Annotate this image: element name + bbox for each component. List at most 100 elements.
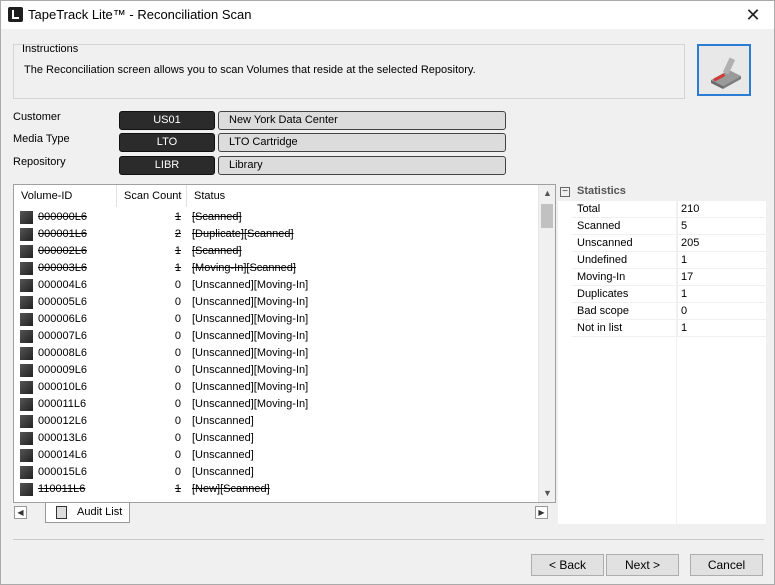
customer-code-field[interactable]: US01 <box>119 111 215 130</box>
column-header-scan-count[interactable]: Scan Count <box>117 185 187 207</box>
volume-id-cell: 000000L6 <box>38 211 87 223</box>
table-row[interactable]: 000013L6 0 [Unscanned] <box>14 430 536 447</box>
scan-count-cell: 0 <box>174 381 181 393</box>
scroll-thumb[interactable] <box>541 204 553 228</box>
back-button[interactable]: < Back <box>531 554 604 576</box>
statistic-label: Not in list <box>577 322 623 334</box>
status-cell: [Unscanned][Moving-In] <box>192 279 309 291</box>
tab-scroll-right-icon[interactable]: ▶ <box>535 506 548 519</box>
tape-volume-icon <box>20 381 33 394</box>
repository-name-field: Library <box>218 156 506 175</box>
status-cell: [New][Scanned] <box>192 483 270 495</box>
document-icon <box>56 506 67 519</box>
media-type-name-field: LTO Cartridge <box>218 133 506 152</box>
statistic-label: Total <box>577 203 601 215</box>
scan-count-cell: 0 <box>174 279 181 291</box>
tape-volume-icon <box>20 483 33 496</box>
table-row[interactable]: 000015L6 0 [Unscanned] <box>14 464 536 481</box>
table-row[interactable]: 000006L6 0 [Unscanned][Moving-In] <box>14 311 536 328</box>
scan-count-cell: 0 <box>174 466 181 478</box>
scan-count-cell: 1 <box>174 245 181 257</box>
table-row[interactable]: 000007L6 0 [Unscanned][Moving-In] <box>14 328 536 345</box>
tape-volume-icon <box>20 313 33 326</box>
volume-id-cell: 000010L6 <box>38 381 87 393</box>
column-header-status[interactable]: Status <box>187 185 537 207</box>
scroll-up-arrow-icon[interactable]: ▲ <box>539 185 555 202</box>
media-type-code-field[interactable]: LTO <box>119 133 215 152</box>
statistics-title: Statistics <box>577 185 626 197</box>
window-title: TapeTrack Lite™ - Reconciliation Scan <box>28 7 252 22</box>
tab-audit-list[interactable]: Audit List <box>45 503 130 523</box>
cancel-button[interactable]: Cancel <box>690 554 763 576</box>
table-row[interactable]: 000005L6 0 [Unscanned][Moving-In] <box>14 294 536 311</box>
status-cell: [Moving-In][Scanned] <box>192 262 296 274</box>
statistic-row: Not in list 1 <box>572 320 766 337</box>
customer-name-field: New York Data Center <box>218 111 506 130</box>
scan-count-cell: 1 <box>174 483 181 495</box>
table-row[interactable]: 000009L6 0 [Unscanned][Moving-In] <box>14 362 536 379</box>
list-tab-strip: ◀ Audit List ▶ <box>13 503 551 523</box>
scanner-button[interactable] <box>697 44 751 96</box>
column-header-volume-id[interactable]: Volume-ID <box>14 185 117 207</box>
table-row[interactable]: 000011L6 0 [Unscanned][Moving-In] <box>14 396 536 413</box>
scan-count-cell: 0 <box>174 330 181 342</box>
statistic-row: Moving-In 17 <box>572 269 766 286</box>
statistic-divider <box>677 303 678 320</box>
tape-volume-icon <box>20 245 33 258</box>
instructions-group: Instructions The Reconciliation screen a… <box>13 43 685 99</box>
list-vertical-scrollbar[interactable]: ▲ ▼ <box>538 185 555 502</box>
repository-label: Repository <box>13 156 66 168</box>
volume-id-cell: 000007L6 <box>38 330 87 342</box>
statistic-value: 210 <box>681 203 700 215</box>
status-cell: [Scanned] <box>192 211 242 223</box>
statistic-row: Total 210 <box>572 201 766 218</box>
volume-list[interactable]: Volume-ID Scan Count Status 000000L6 1 [Sc… <box>13 184 556 503</box>
table-row[interactable]: 000002L6 1 [Scanned] <box>14 243 536 260</box>
next-button[interactable]: Next > <box>606 554 679 576</box>
scan-count-cell: 0 <box>174 313 181 325</box>
statistic-label: Duplicates <box>577 288 629 300</box>
statistic-value: 17 <box>681 271 694 283</box>
close-button[interactable]: ✕ <box>742 4 764 26</box>
table-row[interactable]: 000001L6 2 [Duplicate][Scanned] <box>14 226 536 243</box>
statistic-label: Unscanned <box>577 237 633 249</box>
table-row[interactable]: 000008L6 0 [Unscanned][Moving-In] <box>14 345 536 362</box>
statistic-divider <box>677 320 678 337</box>
statistic-label: Undefined <box>577 254 628 266</box>
scan-count-cell: 1 <box>174 262 181 274</box>
volume-id-cell: 000003L6 <box>38 262 87 274</box>
table-row[interactable]: 000010L6 0 [Unscanned][Moving-In] <box>14 379 536 396</box>
volume-id-cell: 000009L6 <box>38 364 87 376</box>
statistic-divider <box>677 269 678 286</box>
table-row[interactable]: 000000L6 1 [Scanned] <box>14 209 536 226</box>
status-cell: [Unscanned][Moving-In] <box>192 347 309 359</box>
table-row[interactable]: 000014L6 0 [Unscanned] <box>14 447 536 464</box>
status-cell: [Unscanned][Moving-In] <box>192 381 309 393</box>
tape-volume-icon <box>20 211 33 224</box>
media-type-label: Media Type <box>13 133 70 145</box>
statistic-value: 1 <box>681 322 688 334</box>
scan-count-cell: 0 <box>174 398 181 410</box>
statistic-divider <box>677 235 678 252</box>
table-row[interactable]: 000012L6 0 [Unscanned] <box>14 413 536 430</box>
collapse-icon[interactable]: − <box>560 187 570 197</box>
tape-volume-icon <box>20 296 33 309</box>
scan-count-cell: 2 <box>174 228 181 240</box>
tape-volume-icon <box>20 364 33 377</box>
status-cell: [Unscanned] <box>192 466 254 478</box>
table-row[interactable]: 000003L6 1 [Moving-In][Scanned] <box>14 260 536 277</box>
scroll-down-arrow-icon[interactable]: ▼ <box>539 485 555 502</box>
tape-volume-icon <box>20 330 33 343</box>
tab-scroll-left-icon[interactable]: ◀ <box>14 506 27 519</box>
status-cell: [Scanned] <box>192 245 242 257</box>
statistic-divider <box>677 286 678 303</box>
instructions-label: Instructions <box>22 43 79 55</box>
table-row[interactable]: 000004L6 0 [Unscanned][Moving-In] <box>14 277 536 294</box>
status-cell: [Unscanned][Moving-In] <box>192 296 309 308</box>
repository-code-field[interactable]: LIBR <box>119 156 215 175</box>
statistic-divider <box>677 252 678 269</box>
tape-volume-icon <box>20 398 33 411</box>
table-row[interactable]: 110011L6 1 [New][Scanned] <box>14 481 536 498</box>
volume-id-cell: 000008L6 <box>38 347 87 359</box>
status-cell: [Unscanned] <box>192 432 254 444</box>
